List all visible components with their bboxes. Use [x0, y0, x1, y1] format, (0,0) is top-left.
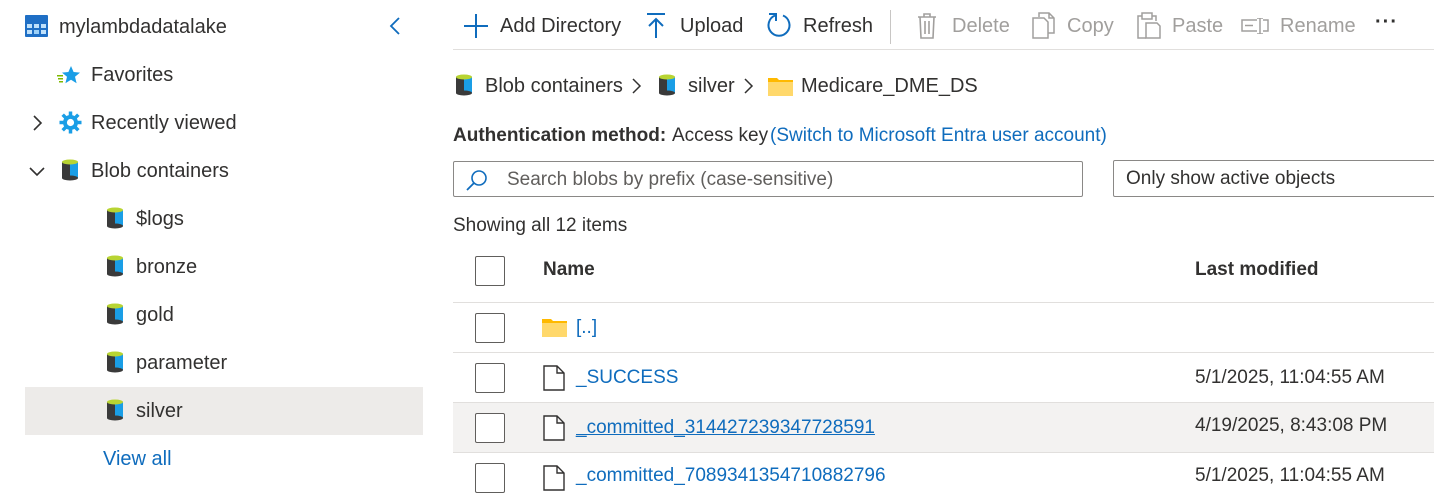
sidebar-container-parameter[interactable]: parameter	[25, 339, 423, 387]
active-objects-filter-dropdown[interactable]: Only show active objects	[1113, 160, 1434, 197]
collapse-chevron-down-icon[interactable]	[28, 164, 46, 182]
blob-container-icon	[107, 399, 123, 426]
sidebar-container-bronze[interactable]: bronze	[25, 243, 423, 291]
sidebar-item-favorites[interactable]: Favorites	[25, 51, 423, 99]
breadcrumb-item-silver[interactable]: silver	[688, 74, 735, 98]
blob-container-icon	[659, 74, 675, 101]
last-modified-cell: 5/1/2025, 11:04:55 AM	[1195, 465, 1385, 486]
row-checkbox[interactable]	[475, 463, 505, 493]
sidebar-container-label: gold	[136, 304, 174, 326]
sidebar-item-recently-viewed[interactable]: Recently viewed	[25, 99, 423, 147]
file-icon	[543, 415, 565, 446]
row-checkbox[interactable]	[475, 413, 505, 443]
search-blobs-input[interactable]: Search blobs by prefix (case-sensitive)	[453, 161, 1083, 197]
upload-arrow-icon	[645, 12, 667, 45]
folder-icon	[542, 317, 567, 342]
blob-container-icon	[107, 207, 123, 234]
blob-name-link[interactable]: _committed_314427239347728591	[576, 416, 875, 440]
toolbar-divider	[453, 49, 1434, 50]
blob-container-icon	[107, 255, 123, 282]
sidebar-container-silver[interactable]: silver	[25, 387, 423, 435]
file-icon	[543, 465, 565, 496]
sidebar-item-label: Blob containers	[91, 160, 229, 182]
row-checkbox[interactable]	[475, 363, 505, 393]
expand-chevron-right-icon[interactable]	[31, 114, 43, 137]
column-header-last-modified[interactable]: Last modified	[1195, 258, 1319, 282]
sidebar-container-label: parameter	[136, 352, 228, 374]
blob-container-icon	[456, 74, 472, 101]
add-directory-button[interactable]: Add Directory	[463, 8, 623, 44]
paste-clipboard-icon	[1137, 12, 1161, 44]
search-placeholder: Search blobs by prefix (case-sensitive)	[507, 169, 834, 190]
breadcrumb-item-current-folder: Medicare_DME_DS	[801, 75, 978, 97]
blob-container-icon	[107, 303, 123, 330]
sidebar-item-label: Recently viewed	[91, 112, 237, 134]
storage-account-icon	[25, 15, 48, 42]
view-all-link[interactable]: View all	[103, 447, 172, 471]
row-checkbox[interactable]	[475, 313, 505, 343]
plus-icon	[463, 13, 489, 44]
column-header-name[interactable]: Name	[543, 258, 595, 282]
sidebar-container-logs[interactable]: $logs	[25, 195, 423, 243]
switch-auth-link[interactable]: (Switch to Microsoft Entra user account)	[770, 124, 1107, 148]
sidebar-container-label: silver	[136, 400, 183, 422]
auth-method-label: Authentication method:	[453, 125, 667, 146]
refresh-icon	[766, 12, 792, 43]
table-row[interactable]: _committed_314427239347728591 4/19/2025,…	[453, 403, 1434, 453]
refresh-button[interactable]: Refresh	[766, 8, 873, 44]
breadcrumb-chevron-right-icon	[742, 77, 754, 100]
table-row[interactable]: _committed_7089341354710882796 5/1/2025,…	[453, 453, 1434, 502]
more-actions-button[interactable]: ···	[1370, 8, 1410, 44]
recently-viewed-gear-icon	[59, 111, 82, 139]
sidebar-container-label: $logs	[136, 208, 184, 230]
sidebar-container-gold[interactable]: gold	[25, 291, 423, 339]
last-modified-cell: 4/19/2025, 8:43:08 PM	[1195, 415, 1388, 436]
folder-icon	[768, 76, 793, 101]
blob-name-link[interactable]: _committed_7089341354710882796	[576, 464, 886, 488]
trash-icon	[917, 13, 937, 44]
copy-button[interactable]: Copy	[1032, 8, 1117, 44]
search-icon	[466, 169, 488, 196]
paste-button[interactable]: Paste	[1137, 8, 1223, 44]
breadcrumb-chevron-right-icon	[630, 77, 642, 100]
item-count-text: Showing all 12 items	[453, 215, 628, 236]
copy-icon	[1032, 12, 1056, 44]
sidebar-item-blob-containers[interactable]: Blob containers	[25, 147, 423, 195]
select-all-checkbox[interactable]	[475, 256, 505, 286]
parent-folder-link[interactable]: [..]	[576, 316, 597, 340]
storage-account-header[interactable]: mylambdadatalake	[25, 3, 423, 51]
blob-name-link[interactable]: _SUCCESS	[576, 366, 678, 390]
favorites-star-icon	[57, 65, 81, 90]
storage-account-name: mylambdadatalake	[59, 16, 227, 38]
table-header-row: Name Last modified	[453, 245, 1434, 303]
rename-button[interactable]: Rename	[1241, 8, 1356, 44]
table-row[interactable]: [..]	[453, 303, 1434, 353]
more-ellipsis-icon: ···	[1375, 11, 1398, 33]
auth-method-value: Access key	[672, 125, 769, 146]
delete-button[interactable]: Delete	[917, 8, 1012, 44]
file-icon	[543, 365, 565, 396]
toolbar-separator	[890, 10, 891, 44]
rename-icon	[1241, 17, 1269, 39]
blob-container-icon	[62, 159, 78, 186]
breadcrumb-item-blob-containers[interactable]: Blob containers	[485, 74, 623, 98]
filter-selected-value: Only show active objects	[1126, 168, 1336, 189]
blob-container-icon	[107, 351, 123, 378]
upload-button[interactable]: Upload	[645, 8, 745, 44]
sidebar-item-label: Favorites	[91, 64, 174, 86]
collapse-sidebar-chevron-left-icon[interactable]	[388, 16, 402, 41]
sidebar-container-label: bronze	[136, 256, 198, 278]
last-modified-cell: 5/1/2025, 11:04:55 AM	[1195, 367, 1385, 388]
table-row[interactable]: _SUCCESS 5/1/2025, 11:04:55 AM	[453, 353, 1434, 403]
